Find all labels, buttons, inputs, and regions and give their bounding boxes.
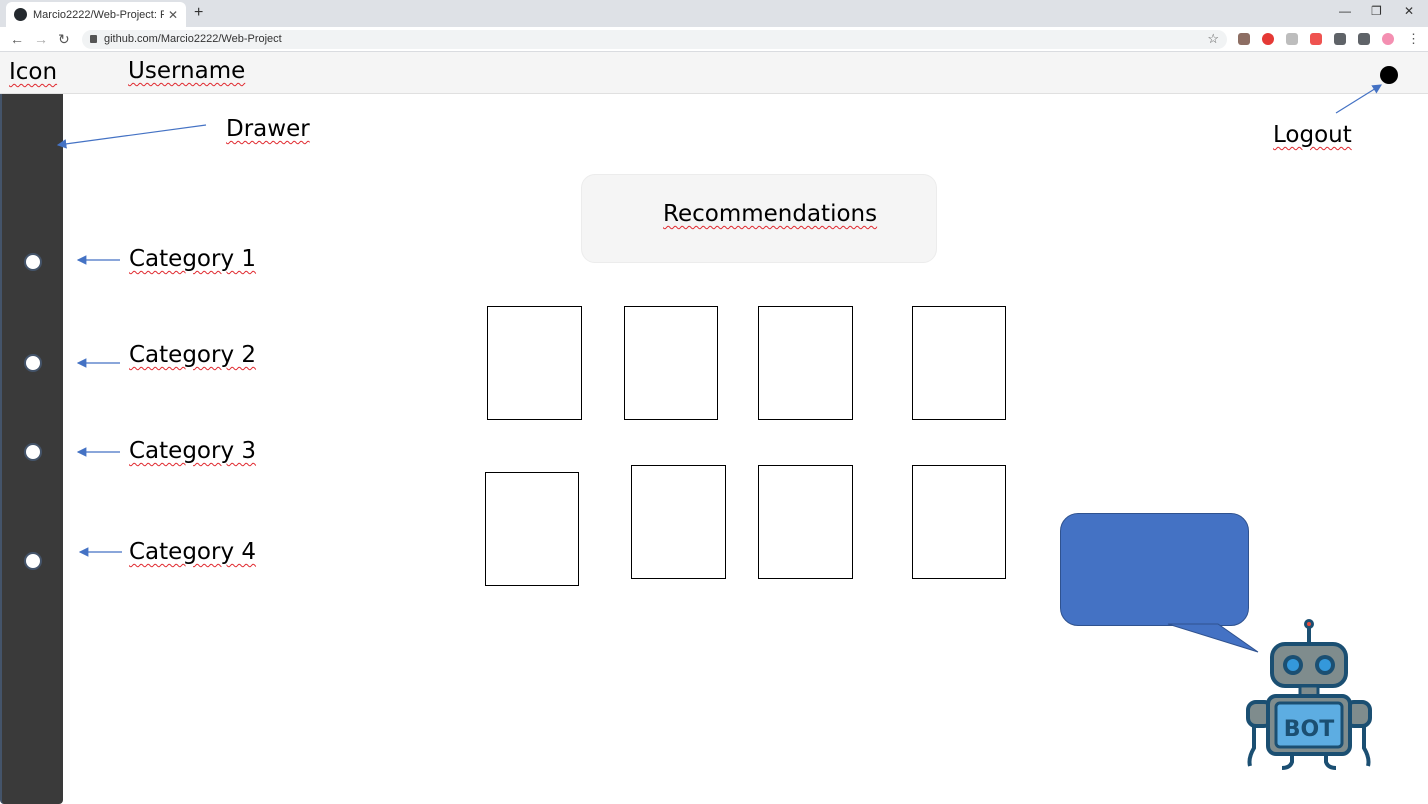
logout-arrow <box>1335 84 1383 114</box>
chat-bubble-tail <box>1167 623 1259 653</box>
drawer-arrow <box>56 124 207 149</box>
bot-label: BOT <box>1284 717 1334 742</box>
annotation-arrows: BOT <box>56 84 1383 770</box>
bot-robot-icon: BOT <box>1246 619 1372 770</box>
